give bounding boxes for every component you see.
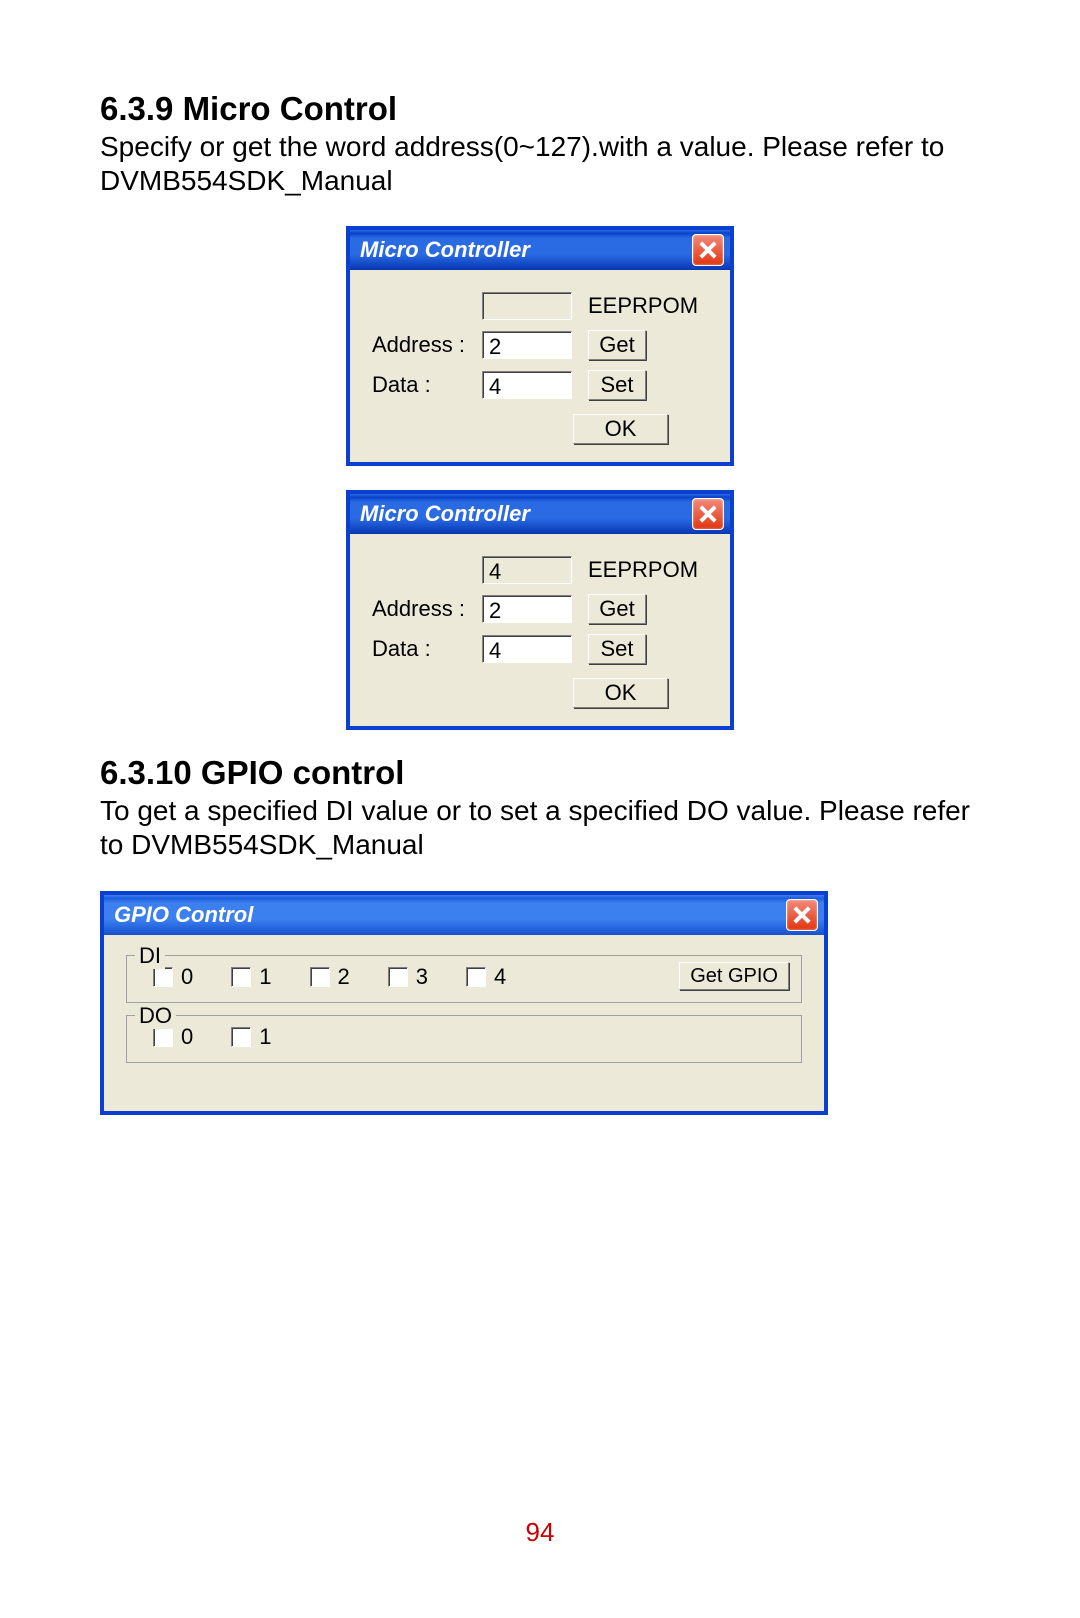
data-label: Data :: [372, 372, 482, 398]
checkbox-label: 3: [416, 964, 428, 990]
close-button[interactable]: [786, 899, 818, 931]
address-label: Address :: [372, 596, 482, 622]
do-checkboxes: 0 1: [139, 1024, 789, 1050]
close-icon: [793, 906, 811, 924]
do-checkbox-1: 1: [231, 1024, 271, 1050]
address-input[interactable]: 2: [482, 595, 572, 623]
ok-button[interactable]: OK: [573, 414, 668, 444]
di-legend: DI: [135, 943, 165, 969]
window-title: Micro Controller: [360, 501, 530, 527]
dialog-holder: Micro Controller 4 EEPRPOM Address : 2 G…: [100, 490, 980, 730]
section-heading-639: 6.3.9 Micro Control: [100, 90, 980, 128]
data-input[interactable]: 4: [482, 635, 572, 663]
address-label: Address :: [372, 332, 482, 358]
dialog-body: DI 0 1 2 3 4 Get GPIO DO 0 1: [104, 935, 824, 1111]
di-checkboxes: 0 1 2 3 4 Get GPIO: [139, 964, 789, 990]
section-paragraph-6310: To get a specified DI value or to set a …: [100, 794, 980, 862]
micro-controller-dialog-1: Micro Controller EEPRPOM Address : 2 Get: [346, 226, 734, 466]
window-title: Micro Controller: [360, 237, 530, 263]
close-icon: [699, 241, 717, 259]
do-legend: DO: [135, 1003, 176, 1029]
close-button[interactable]: [692, 234, 724, 266]
checkbox-label: 4: [494, 964, 506, 990]
set-button[interactable]: Set: [588, 370, 646, 400]
window-title: GPIO Control: [114, 902, 253, 928]
data-label: Data :: [372, 636, 482, 662]
dialog-body: EEPRPOM Address : 2 Get Data : 4 Set OK: [350, 270, 730, 462]
do-fieldset: DO 0 1: [126, 1015, 802, 1063]
checkbox-icon[interactable]: [310, 967, 330, 987]
checkbox-icon[interactable]: [231, 1027, 251, 1047]
eeprom-label: EEPRPOM: [588, 557, 698, 583]
titlebar: GPIO Control: [104, 895, 824, 935]
result-output: [482, 292, 572, 320]
checkbox-label: 1: [259, 1024, 271, 1050]
checkbox-icon[interactable]: [231, 967, 251, 987]
checkbox-icon[interactable]: [153, 967, 173, 987]
di-checkbox-3: 3: [388, 964, 428, 990]
checkbox-icon[interactable]: [466, 967, 486, 987]
checkbox-label: 0: [181, 964, 193, 990]
get-gpio-button[interactable]: Get GPIO: [679, 962, 789, 990]
dialog-body: 4 EEPRPOM Address : 2 Get Data : 4 Set O…: [350, 534, 730, 726]
checkbox-label: 1: [259, 964, 271, 990]
set-button[interactable]: Set: [588, 634, 646, 664]
result-output: 4: [482, 556, 572, 584]
di-fieldset: DI 0 1 2 3 4 Get GPIO: [126, 955, 802, 1003]
micro-controller-dialog-2: Micro Controller 4 EEPRPOM Address : 2 G…: [346, 490, 734, 730]
eeprom-label: EEPRPOM: [588, 293, 698, 319]
data-input[interactable]: 4: [482, 371, 572, 399]
checkbox-icon[interactable]: [388, 967, 408, 987]
di-checkbox-2: 2: [310, 964, 350, 990]
close-button[interactable]: [692, 498, 724, 530]
close-icon: [699, 505, 717, 523]
di-checkbox-1: 1: [231, 964, 271, 990]
get-button[interactable]: Get: [588, 330, 646, 360]
address-input[interactable]: 2: [482, 331, 572, 359]
checkbox-label: 0: [181, 1024, 193, 1050]
checkbox-icon[interactable]: [153, 1027, 173, 1047]
ok-button[interactable]: OK: [573, 678, 668, 708]
dialog-holder: GPIO Control DI 0 1 2 3 4 Get GPIO: [100, 891, 980, 1115]
gpio-control-dialog: GPIO Control DI 0 1 2 3 4 Get GPIO: [100, 891, 828, 1115]
section-heading-6310: 6.3.10 GPIO control: [100, 754, 980, 792]
dialog-holder: Micro Controller EEPRPOM Address : 2 Get: [100, 226, 980, 466]
document-page: 6.3.9 Micro Control Specify or get the w…: [0, 0, 1080, 1618]
checkbox-label: 2: [338, 964, 350, 990]
section-paragraph-639: Specify or get the word address(0~127).w…: [100, 130, 980, 198]
get-button[interactable]: Get: [588, 594, 646, 624]
di-checkbox-4: 4: [466, 964, 506, 990]
titlebar: Micro Controller: [350, 494, 730, 534]
page-number: 94: [0, 1517, 1080, 1548]
titlebar: Micro Controller: [350, 230, 730, 270]
